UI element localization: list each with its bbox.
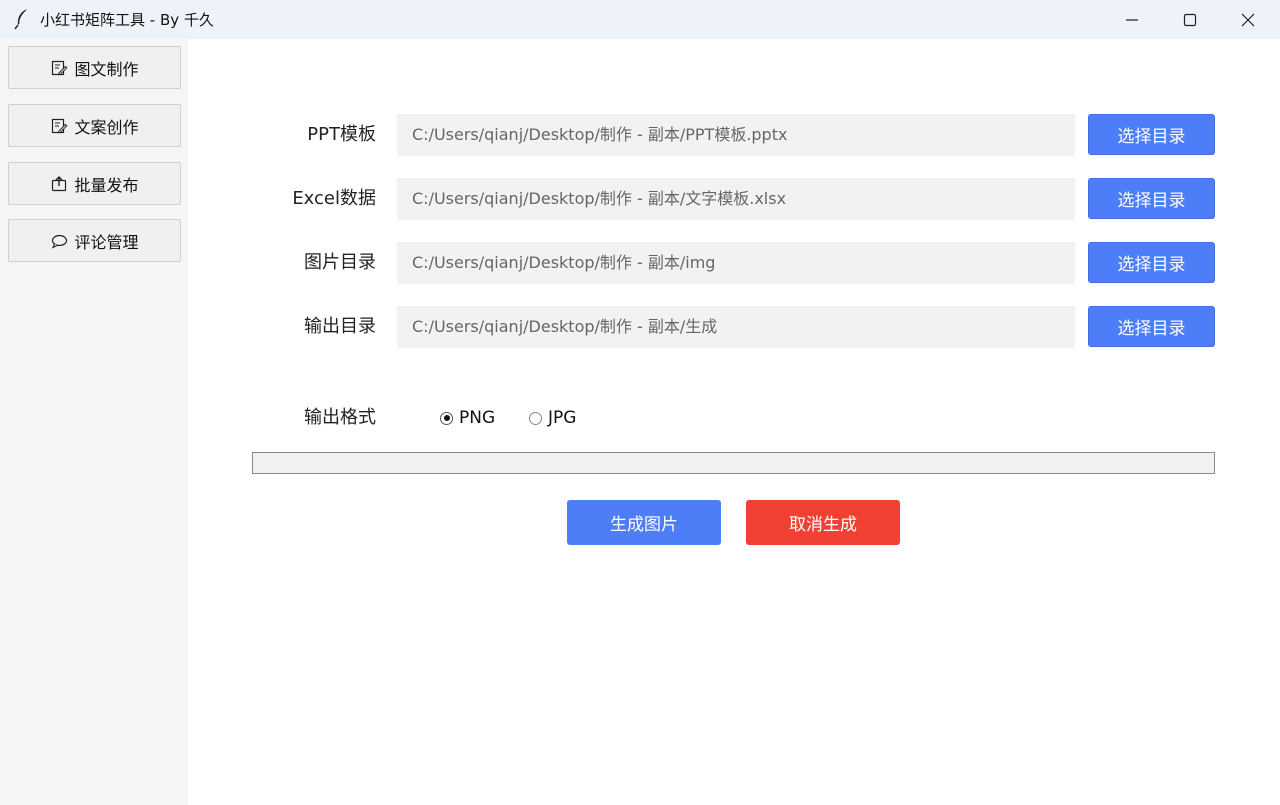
output-choose-dir-button[interactable]: 选择目录 [1088, 306, 1215, 347]
ppt-choose-dir-button[interactable]: 选择目录 [1088, 114, 1215, 155]
maximize-button[interactable] [1161, 0, 1219, 39]
image-dir-path-field[interactable]: C:/Users/qianj/Desktop/制作 - 副本/img [397, 242, 1075, 284]
sidebar-item-label: 文案创作 [74, 117, 139, 137]
comment-bubble-icon [52, 234, 68, 249]
maximize-icon [1183, 13, 1197, 26]
image-choose-dir-button[interactable]: 选择目录 [1088, 242, 1215, 283]
sidebar-item-label: 批量发布 [74, 175, 139, 195]
upload-icon [52, 175, 67, 191]
image-dir-label: 图片目录 [304, 252, 376, 273]
close-button[interactable] [1219, 0, 1277, 39]
minimize-button[interactable] [1103, 0, 1161, 39]
close-icon [1241, 13, 1255, 26]
ppt-template-label: PPT模板 [307, 124, 376, 145]
app-window: 小红书矩阵工具 - By 千久 图文制作 文案创作 批量发布 评论管理 PPT模… [0, 0, 1280, 805]
feather-icon [14, 9, 27, 30]
minimize-icon [1126, 18, 1138, 21]
format-radio-png[interactable]: PNG [440, 408, 495, 428]
window-title: 小红书矩阵工具 - By 千久 [40, 11, 214, 29]
output-dir-label: 输出目录 [304, 316, 376, 337]
excel-data-path-field[interactable]: C:/Users/qianj/Desktop/制作 - 副本/文字模板.xlsx [397, 178, 1075, 220]
output-format-label: 输出格式 [304, 407, 376, 428]
format-option-label: JPG [548, 408, 577, 428]
sidebar: 图文制作 文案创作 批量发布 评论管理 [0, 39, 188, 805]
radio-selected-icon [440, 411, 453, 425]
edit-doc-icon [52, 118, 68, 133]
output-dir-path-field[interactable]: C:/Users/qianj/Desktop/制作 - 副本/生成 [397, 306, 1075, 348]
edit-doc-icon [52, 60, 68, 75]
sidebar-item-batch-publish[interactable]: 批量发布 [8, 162, 181, 205]
cancel-generation-button[interactable]: 取消生成 [746, 500, 900, 545]
ppt-template-path-field[interactable]: C:/Users/qianj/Desktop/制作 - 副本/PPT模板.ppt… [397, 114, 1075, 156]
sidebar-item-comments[interactable]: 评论管理 [8, 219, 181, 262]
excel-data-label: Excel数据 [292, 188, 376, 209]
generate-images-button[interactable]: 生成图片 [567, 500, 721, 545]
format-option-label: PNG [459, 408, 496, 428]
sidebar-item-label: 图文制作 [74, 59, 139, 79]
sidebar-item-copywriting[interactable]: 文案创作 [8, 104, 181, 147]
excel-choose-dir-button[interactable]: 选择目录 [1088, 178, 1215, 219]
format-radio-jpg[interactable]: JPG [529, 408, 576, 428]
title-bar: 小红书矩阵工具 - By 千久 [0, 0, 1280, 39]
sidebar-item-image-text[interactable]: 图文制作 [8, 46, 181, 89]
sidebar-item-label: 评论管理 [74, 232, 139, 252]
progress-bar [252, 452, 1215, 474]
radio-unselected-icon [529, 411, 542, 425]
